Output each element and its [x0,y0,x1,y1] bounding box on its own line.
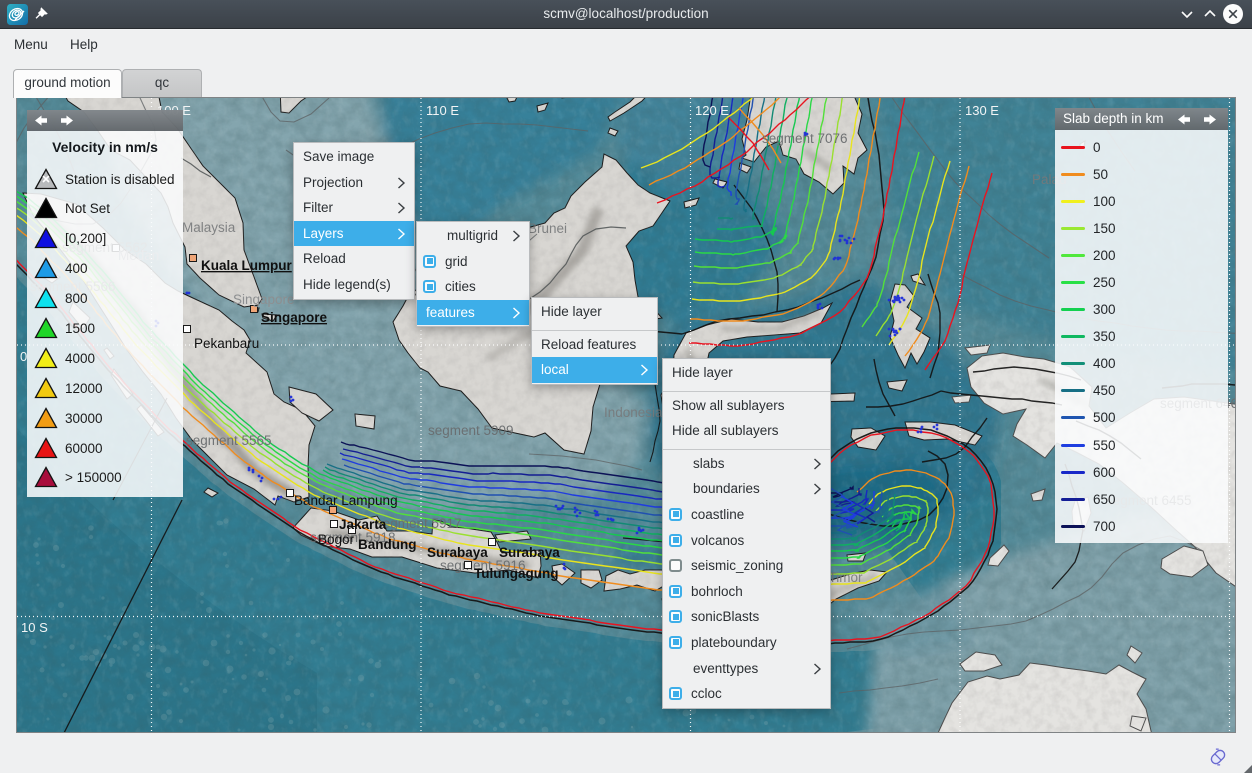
svg-text:segment 5917: segment 5917 [376,516,462,531]
svg-text:Brunei: Brunei [528,221,567,236]
svg-text:110 E: 110 E [426,103,459,118]
svg-text:Pekanbaru: Pekanbaru [194,336,259,351]
svg-text:Jakarta: Jakarta [339,517,387,532]
svg-text:Malaysia: Malaysia [182,220,236,235]
svg-text:segment 5565: segment 5565 [186,433,272,448]
svg-text:segment 7076: segment 7076 [762,131,848,146]
svg-text:Kuala Lumpur: Kuala Lumpur [201,258,293,273]
svg-text:10 S: 10 S [21,620,48,635]
svg-text:Singapore: Singapore [233,292,295,307]
svg-text:Singapore: Singapore [261,310,328,325]
svg-text:Bandar Lampung: Bandar Lampung [294,493,398,508]
svg-text:Tulungagung: Tulungagung [474,566,558,581]
svg-text:130 E: 130 E [965,103,999,118]
svg-text:120 E: 120 E [695,103,729,118]
svg-text:segment 5909: segment 5909 [428,423,514,438]
svg-text:Surabaya: Surabaya [427,545,488,560]
svg-text:Bogor: Bogor [318,532,355,547]
svg-text:Surabaya: Surabaya [499,545,560,560]
svg-text:Bandung: Bandung [358,537,417,552]
svg-text:Indonesia: Indonesia [604,405,663,420]
